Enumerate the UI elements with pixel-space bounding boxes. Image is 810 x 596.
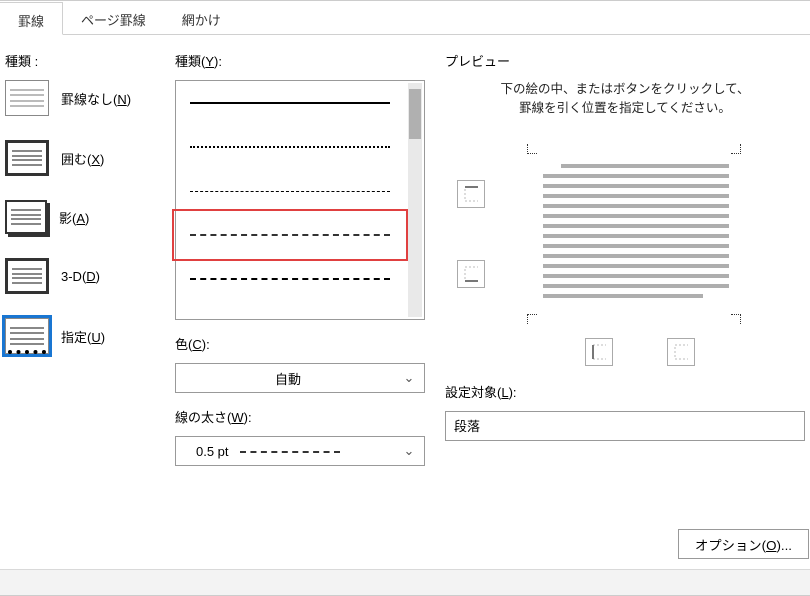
width-sample-line (240, 451, 340, 453)
crop-mark-tr (731, 144, 741, 154)
chevron-down-icon: ⌄ (400, 370, 418, 386)
border-top-icon (464, 186, 478, 202)
preset-3d-label: 3-D(D) (61, 269, 100, 284)
border-top-button[interactable] (457, 180, 485, 208)
preview-area (445, 136, 805, 356)
apply-to-label: 設定対象(L): (445, 382, 805, 401)
crop-mark-tl (527, 144, 537, 154)
preset-box-icon (5, 140, 49, 176)
dialog-bottom-bar (0, 569, 810, 595)
apply-to-value: 段落 (454, 419, 480, 434)
tab-panel-borders: 種類 : 罫線なし(N) 囲む(X) (0, 35, 810, 595)
color-label: 色(C): (175, 334, 425, 353)
setting-column: 種類 : 罫線なし(N) 囲む(X) (5, 51, 155, 579)
border-left-icon (592, 344, 606, 360)
width-dropdown[interactable]: 0.5 pt ⌄ (175, 436, 425, 466)
border-right-button[interactable] (667, 338, 695, 366)
preview-page[interactable] (519, 144, 749, 324)
preset-list: 罫線なし(N) 囲む(X) 影(A) (5, 80, 155, 354)
line-style-list[interactable] (175, 80, 425, 320)
chevron-down-icon: ⌄ (400, 443, 418, 459)
border-bottom-button[interactable] (457, 260, 485, 288)
tab-page-borders[interactable]: ページ罫線 (63, 2, 164, 35)
crop-mark-br (731, 314, 741, 324)
apply-to-row: 設定対象(L): 段落 (445, 382, 805, 441)
preset-box-label: 囲む(X) (61, 149, 104, 168)
preset-custom[interactable]: 指定(U) (5, 318, 155, 354)
options-button[interactable]: オプション(O)... (678, 529, 809, 559)
preset-box[interactable]: 囲む(X) (5, 140, 155, 176)
preview-column: プレビュー 下の絵の中、またはボタンをクリックして、 罫線を引く位置を指定してく… (445, 51, 805, 579)
line-style-dash-medium[interactable] (176, 213, 404, 257)
preset-none[interactable]: 罫線なし(N) (5, 80, 155, 116)
preset-shadow-label: 影(A) (59, 208, 89, 227)
preset-custom-icon (5, 318, 49, 354)
style-scroll-thumb[interactable] (409, 89, 421, 139)
tab-borders[interactable]: 罫線 (0, 2, 63, 35)
preview-help-text: 下の絵の中、またはボタンをクリックして、 罫線を引く位置を指定してください。 (445, 80, 805, 118)
border-left-button[interactable] (585, 338, 613, 366)
preset-shadow[interactable]: 影(A) (5, 200, 155, 234)
width-label: 線の太さ(W): (175, 407, 425, 426)
line-style-dash-dot[interactable] (176, 257, 404, 301)
line-style-dotted-dense[interactable] (176, 125, 404, 169)
tab-bar: 罫線 ページ罫線 網かけ (0, 1, 810, 35)
preview-paragraph (543, 164, 729, 298)
width-value: 0.5 pt (196, 444, 229, 459)
setting-label: 種類 : (5, 51, 155, 70)
line-style-solid[interactable] (176, 81, 404, 125)
preset-none-label: 罫線なし(N) (61, 89, 131, 108)
crop-mark-bl (527, 314, 537, 324)
border-right-icon (674, 344, 688, 360)
preview-header: プレビュー (445, 51, 805, 70)
tab-shading[interactable]: 網かけ (164, 2, 239, 35)
apply-to-dropdown[interactable]: 段落 (445, 411, 805, 441)
color-value: 自動 (176, 369, 400, 388)
preset-none-icon (5, 80, 49, 116)
line-style-dash-small[interactable] (176, 169, 404, 213)
border-bottom-icon (464, 266, 478, 282)
preset-shadow-icon (5, 200, 47, 234)
preset-custom-label: 指定(U) (61, 327, 105, 346)
style-column: 種類(Y): 色(C): 自動 ⌄ 線の太さ(W): 0.5 pt (175, 51, 425, 579)
line-style-label: 種類(Y): (175, 51, 425, 70)
color-dropdown[interactable]: 自動 ⌄ (175, 363, 425, 393)
preset-3d-icon (5, 258, 49, 294)
borders-dialog: 罫線 ページ罫線 網かけ 種類 : 罫線なし(N) 囲む(X) (0, 0, 810, 596)
preset-3d[interactable]: 3-D(D) (5, 258, 155, 294)
style-scrollbar[interactable] (408, 83, 422, 317)
